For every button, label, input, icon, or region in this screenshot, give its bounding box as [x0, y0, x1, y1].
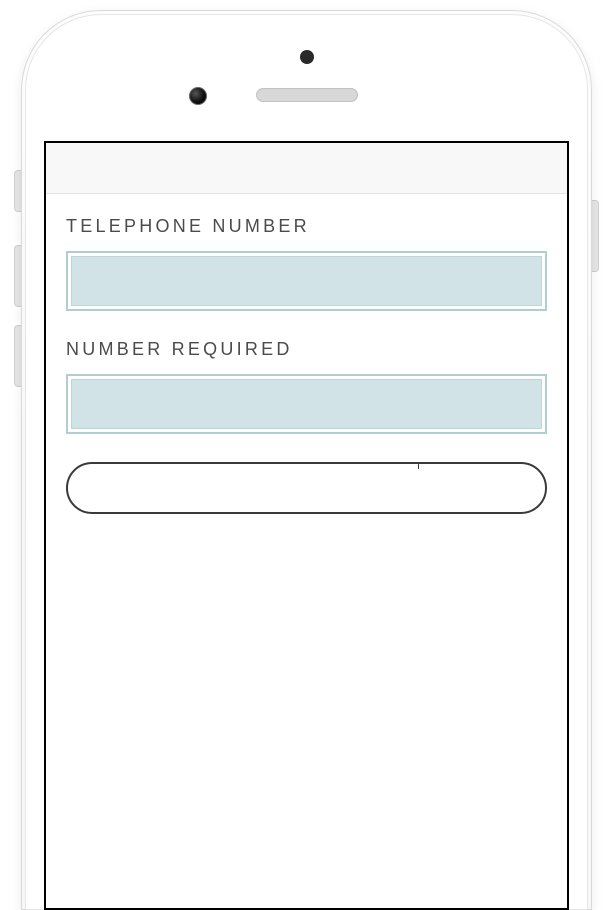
- telephone-number-field-wrapper: [66, 251, 547, 311]
- rounded-input[interactable]: [68, 464, 545, 512]
- proximity-sensor-icon: [300, 50, 314, 64]
- screen: TELEPHONE NUMBER NUMBER REQUIRED: [44, 141, 569, 910]
- telephone-number-label: TELEPHONE NUMBER: [66, 216, 547, 237]
- number-required-field-inner: [71, 379, 542, 429]
- number-required-field-wrapper: [66, 374, 547, 434]
- earpiece-speaker-icon: [256, 88, 358, 102]
- number-required-input[interactable]: [72, 380, 541, 428]
- device-inner: TELEPHONE NUMBER NUMBER REQUIRED: [25, 14, 588, 910]
- status-bar: [46, 143, 567, 194]
- number-required-label: NUMBER REQUIRED: [66, 339, 547, 360]
- telephone-number-input[interactable]: [72, 257, 541, 305]
- rounded-input-wrapper: [66, 462, 547, 514]
- front-camera-icon: [189, 87, 207, 105]
- telephone-number-field-inner: [71, 256, 542, 306]
- device-frame: TELEPHONE NUMBER NUMBER REQUIRED: [21, 10, 592, 910]
- form-content: TELEPHONE NUMBER NUMBER REQUIRED: [46, 194, 567, 514]
